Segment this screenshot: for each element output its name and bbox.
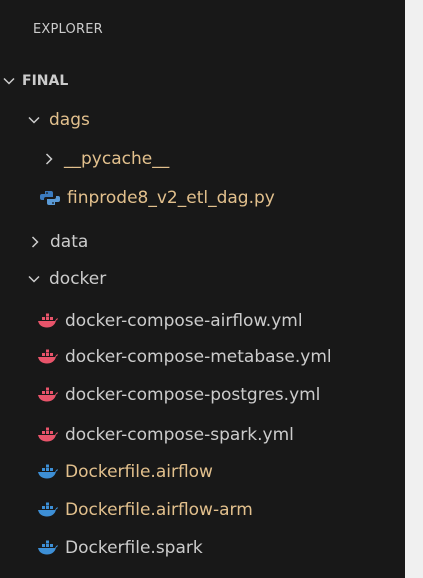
docker-compose-icon (37, 427, 59, 443)
tree-item-dockerfile-spark[interactable]: Dockerfile.spark (0, 533, 405, 563)
tree-item-dags[interactable]: dags (0, 105, 405, 135)
dockerfile-icon (37, 464, 59, 480)
folder-label: docker (49, 269, 107, 289)
tree-item-python-file[interactable]: finprode8_v2_etl_dag.py (0, 183, 405, 213)
tree-item-compose-metabase[interactable]: docker-compose-metabase.yml (0, 342, 405, 372)
chevron-down-icon (27, 113, 41, 127)
docker-compose-icon (37, 387, 59, 403)
tree-item-dockerfile-airflow-arm[interactable]: Dockerfile.airflow-arm (0, 495, 405, 525)
dockerfile-icon (37, 502, 59, 518)
docker-compose-icon (37, 313, 59, 329)
folder-label: dags (49, 110, 90, 130)
file-label: docker-compose-spark.yml (65, 425, 294, 445)
explorer-title: EXPLORER (33, 22, 103, 37)
section-header-final[interactable]: FINAL (0, 66, 405, 96)
tree-item-compose-postgres[interactable]: docker-compose-postgres.yml (0, 380, 405, 410)
chevron-right-icon (42, 152, 56, 166)
tree-item-dockerfile-airflow[interactable]: Dockerfile.airflow (0, 457, 405, 487)
chevron-down-icon (2, 74, 16, 88)
tree-item-pycache[interactable]: __pycache__ (0, 144, 405, 174)
chevron-down-icon (27, 272, 41, 286)
dockerfile-icon (37, 540, 59, 556)
file-label: docker-compose-airflow.yml (65, 311, 303, 331)
file-label: docker-compose-metabase.yml (65, 347, 332, 367)
section-label: FINAL (22, 73, 69, 89)
file-label: Dockerfile.airflow (65, 462, 213, 482)
chevron-right-icon (28, 235, 42, 249)
file-label: finprode8_v2_etl_dag.py (67, 188, 275, 208)
tree-item-compose-airflow[interactable]: docker-compose-airflow.yml (0, 306, 405, 336)
file-label: docker-compose-postgres.yml (65, 385, 321, 405)
docker-compose-icon (37, 349, 59, 365)
tree-item-docker[interactable]: docker (0, 264, 405, 294)
file-label: Dockerfile.airflow-arm (65, 500, 253, 520)
folder-label: data (50, 232, 89, 252)
python-icon (39, 190, 61, 206)
tree-item-data[interactable]: data (0, 227, 405, 257)
folder-label: __pycache__ (64, 149, 170, 169)
tree-item-compose-spark[interactable]: docker-compose-spark.yml (0, 420, 405, 450)
file-label: Dockerfile.spark (65, 538, 203, 558)
explorer-panel: EXPLORER FINAL dags __pycache__ finprode… (0, 0, 405, 578)
